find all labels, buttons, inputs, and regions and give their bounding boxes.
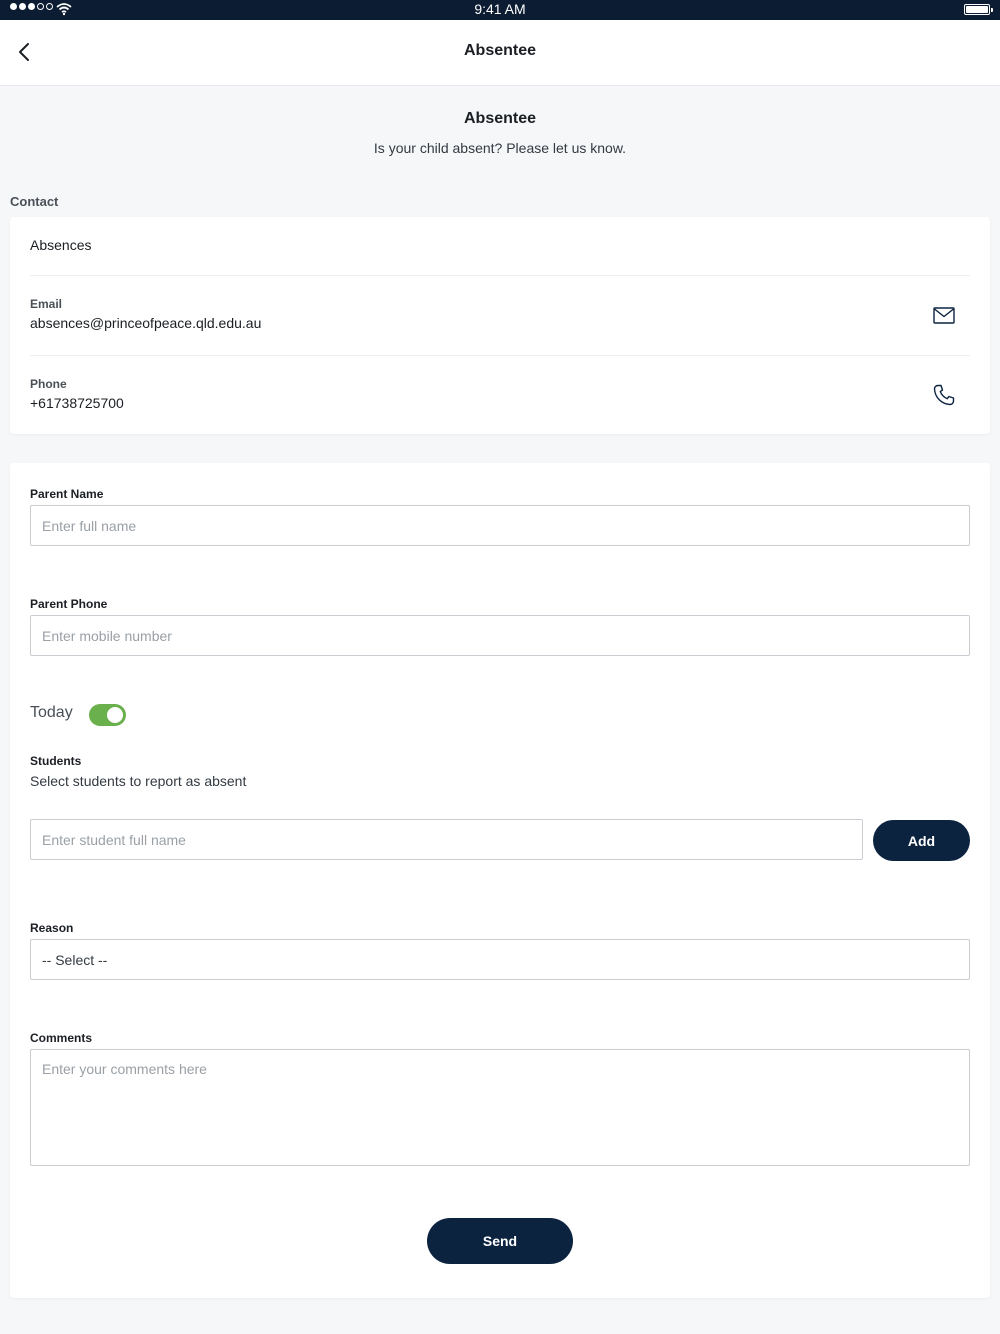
email-value: absences@princeofpeace.qld.edu.au <box>30 315 262 331</box>
phone-label: Phone <box>30 377 67 391</box>
nav-title: Absentee <box>463 42 537 59</box>
navigation-bar: Absentee <box>0 20 1000 86</box>
today-toggle[interactable] <box>89 704 126 726</box>
send-button[interactable]: Send <box>427 1218 573 1264</box>
page-title: Absentee <box>463 110 537 127</box>
phone-value: +61738725700 <box>30 395 124 411</box>
reason-select[interactable]: -- Select -- <box>30 939 970 980</box>
phone-icon[interactable] <box>930 381 958 409</box>
reason-selected-value: -- Select -- <box>42 951 108 968</box>
contact-section-label: Contact <box>10 194 59 209</box>
status-time: 9:41 AM <box>474 1 526 17</box>
phone-row[interactable]: Phone +61738725700 <box>30 355 970 435</box>
mail-icon[interactable] <box>930 301 958 329</box>
comments-label: Comments <box>30 1031 93 1045</box>
status-bar: 9:41 AM <box>0 0 1000 20</box>
parent-name-input[interactable] <box>30 505 970 546</box>
page-subtitle: Is your child absent? Please let us know… <box>373 140 627 156</box>
toggle-knob <box>107 707 123 723</box>
absence-form-card <box>10 463 990 1298</box>
reason-label: Reason <box>30 921 74 935</box>
today-label: Today <box>30 704 73 721</box>
battery-icon <box>964 4 993 15</box>
email-row[interactable]: Email absences@princeofpeace.qld.edu.au <box>30 275 970 355</box>
students-subtitle: Select students to report as absent <box>30 773 247 789</box>
email-label: Email <box>30 297 63 311</box>
students-label: Students <box>30 754 82 768</box>
parent-phone-label: Parent Phone <box>30 597 108 611</box>
parent-phone-input[interactable] <box>30 615 970 656</box>
add-student-button[interactable]: Add <box>873 820 970 861</box>
parent-name-label: Parent Name <box>30 487 104 501</box>
comments-textarea[interactable] <box>30 1049 970 1166</box>
student-name-input[interactable] <box>30 819 863 860</box>
contact-heading: Absences <box>30 237 92 253</box>
